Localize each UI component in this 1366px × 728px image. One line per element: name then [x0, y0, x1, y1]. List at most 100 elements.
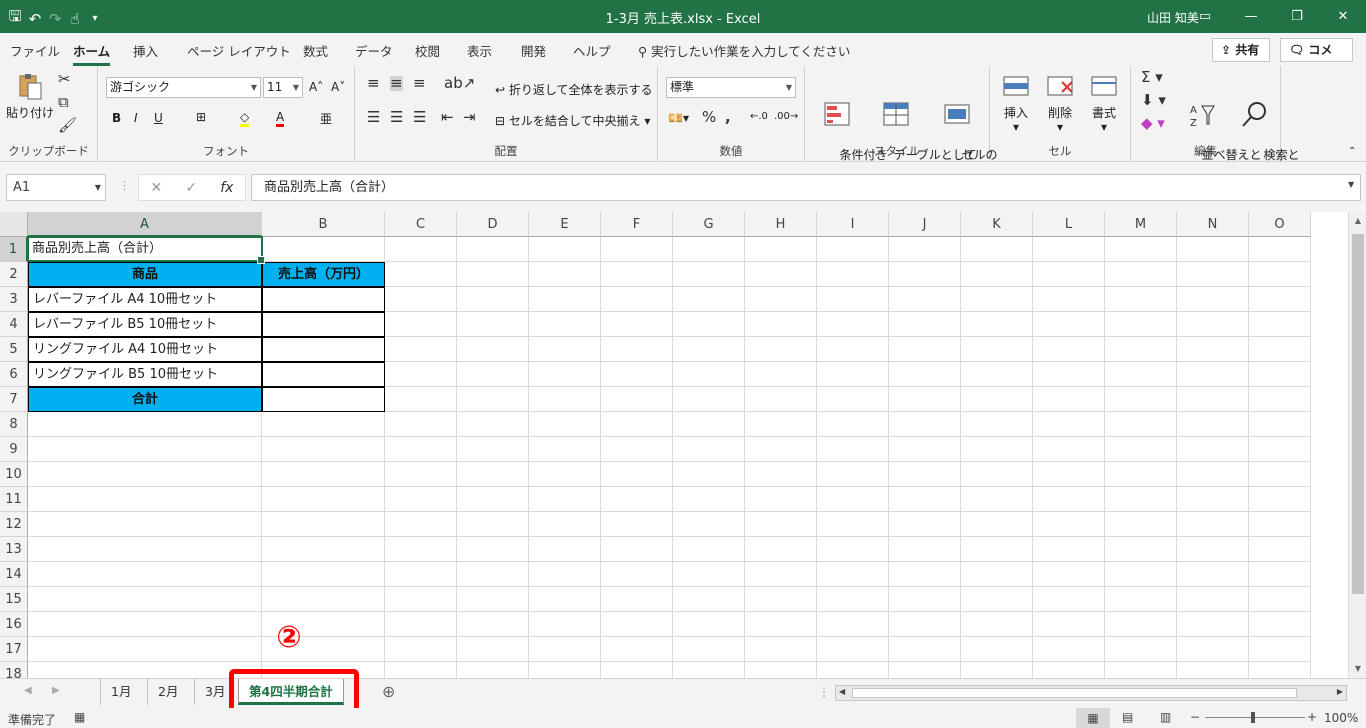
copy-icon[interactable]: ⧉ [58, 95, 69, 110]
enter-icon[interactable]: ✓ [185, 180, 197, 196]
cell-i15[interactable] [817, 587, 889, 612]
row-header-1[interactable]: 1 [0, 237, 28, 262]
cell-c16[interactable] [385, 612, 457, 637]
cell-n4[interactable] [1177, 312, 1249, 337]
column-header-f[interactable]: F [601, 212, 673, 237]
cell-f16[interactable] [601, 612, 673, 637]
normal-view-icon[interactable]: ▦ [1076, 708, 1110, 728]
cell-n10[interactable] [1177, 462, 1249, 487]
cell-f8[interactable] [601, 412, 673, 437]
cell-c1[interactable] [385, 237, 457, 262]
cell-i4[interactable] [817, 312, 889, 337]
column-header-d[interactable]: D [457, 212, 529, 237]
cell-k13[interactable] [961, 537, 1033, 562]
cell-a7[interactable]: 合計 [28, 387, 262, 412]
align-center-icon[interactable]: ☰ [390, 110, 403, 125]
close-button[interactable]: ✕ [1320, 0, 1366, 33]
cell-d12[interactable] [457, 512, 529, 537]
scroll-down-icon[interactable]: ▼ [1349, 660, 1366, 678]
cell-g3[interactable] [673, 287, 745, 312]
cell-c7[interactable] [385, 387, 457, 412]
insert-function-icon[interactable]: fx [220, 180, 233, 196]
expand-formula-icon[interactable]: ▼ [1348, 180, 1354, 189]
cell-h16[interactable] [745, 612, 817, 637]
scroll-left-icon[interactable]: ◀ [839, 687, 845, 696]
cell-c12[interactable] [385, 512, 457, 537]
cell-c17[interactable] [385, 637, 457, 662]
cell-k17[interactable] [961, 637, 1033, 662]
cell-i5[interactable] [817, 337, 889, 362]
cell-d17[interactable] [457, 637, 529, 662]
cell-o7[interactable] [1249, 387, 1311, 412]
font-size-select[interactable]: 11 ▼ [263, 77, 303, 98]
cell-o14[interactable] [1249, 562, 1311, 587]
column-header-h[interactable]: H [745, 212, 817, 237]
row-header-3[interactable]: 3 [0, 287, 28, 312]
cell-j18[interactable] [889, 662, 961, 678]
cell-m8[interactable] [1105, 412, 1177, 437]
select-all-corner[interactable] [0, 212, 28, 237]
cell-l2[interactable] [1033, 262, 1105, 287]
cell-d2[interactable] [457, 262, 529, 287]
merge-center-button[interactable]: ⊟ セルを結合して中央揃え ▾ [495, 112, 650, 129]
cell-l16[interactable] [1033, 612, 1105, 637]
cell-g17[interactable] [673, 637, 745, 662]
horizontal-scrollbar[interactable]: ◀ ▶ [835, 685, 1347, 701]
cell-l18[interactable] [1033, 662, 1105, 678]
cell-c9[interactable] [385, 437, 457, 462]
cell-g15[interactable] [673, 587, 745, 612]
cell-e14[interactable] [529, 562, 601, 587]
fill-icon[interactable]: ⬇ ▾ [1141, 93, 1166, 108]
cell-d6[interactable] [457, 362, 529, 387]
row-header-16[interactable]: 16 [0, 612, 28, 637]
cell-j13[interactable] [889, 537, 961, 562]
cell-e10[interactable] [529, 462, 601, 487]
cell-n11[interactable] [1177, 487, 1249, 512]
cell-e15[interactable] [529, 587, 601, 612]
cell-d18[interactable] [457, 662, 529, 678]
cell-n2[interactable] [1177, 262, 1249, 287]
cell-g11[interactable] [673, 487, 745, 512]
cell-d10[interactable] [457, 462, 529, 487]
cell-k12[interactable] [961, 512, 1033, 537]
cell-n18[interactable] [1177, 662, 1249, 678]
cell-l13[interactable] [1033, 537, 1105, 562]
cell-e8[interactable] [529, 412, 601, 437]
cell-m15[interactable] [1105, 587, 1177, 612]
cell-e17[interactable] [529, 637, 601, 662]
tab-formulas[interactable]: 数式 [303, 41, 328, 60]
row-header-14[interactable]: 14 [0, 562, 28, 587]
cell-c8[interactable] [385, 412, 457, 437]
cell-j6[interactable] [889, 362, 961, 387]
cell-o3[interactable] [1249, 287, 1311, 312]
decrease-font-icon[interactable]: A˅ [331, 80, 345, 94]
cell-j12[interactable] [889, 512, 961, 537]
cell-i3[interactable] [817, 287, 889, 312]
row-header-18[interactable]: 18 [0, 662, 28, 678]
row-header-9[interactable]: 9 [0, 437, 28, 462]
cell-l14[interactable] [1033, 562, 1105, 587]
cell-o11[interactable] [1249, 487, 1311, 512]
page-break-view-icon[interactable]: ▥ [1160, 710, 1171, 724]
cell-i6[interactable] [817, 362, 889, 387]
cell-a17[interactable] [28, 637, 262, 662]
cell-d16[interactable] [457, 612, 529, 637]
cut-icon[interactable]: ✂ [58, 72, 71, 87]
cell-f18[interactable] [601, 662, 673, 678]
cell-a10[interactable] [28, 462, 262, 487]
cell-c5[interactable] [385, 337, 457, 362]
cell-i11[interactable] [817, 487, 889, 512]
cell-g6[interactable] [673, 362, 745, 387]
cell-m11[interactable] [1105, 487, 1177, 512]
sheet-tab-1[interactable]: 1月 [100, 679, 141, 705]
cell-h18[interactable] [745, 662, 817, 678]
column-header-c[interactable]: C [385, 212, 457, 237]
cell-m9[interactable] [1105, 437, 1177, 462]
cell-f1[interactable] [601, 237, 673, 262]
cell-j8[interactable] [889, 412, 961, 437]
cell-b13[interactable] [262, 537, 385, 562]
cancel-icon[interactable]: ✕ [151, 180, 163, 196]
row-header-5[interactable]: 5 [0, 337, 28, 362]
cell-h1[interactable] [745, 237, 817, 262]
cell-c13[interactable] [385, 537, 457, 562]
